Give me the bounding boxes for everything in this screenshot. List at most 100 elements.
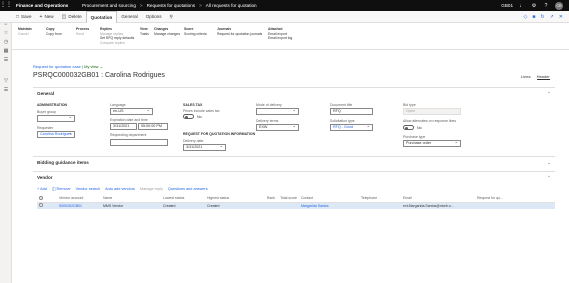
save-button[interactable]: □ Save xyxy=(12,11,36,23)
chevron-down-icon[interactable]: ⌄ xyxy=(547,160,551,166)
row-checkbox[interactable] xyxy=(37,202,45,209)
app-launcher-icon[interactable]: ⋮⋮ xyxy=(0,0,12,11)
column-header-rank[interactable]: Rank xyxy=(249,195,277,203)
send-button[interactable]: Send xyxy=(76,32,89,36)
bidding-guidance-header[interactable]: Bidding guidance items ⌄ xyxy=(33,157,555,168)
contact-cell[interactable]: Margarida Santos xyxy=(299,202,359,209)
requester-field[interactable]: Carolina Rodrigues xyxy=(37,131,75,138)
questions-answers-button[interactable]: Questions and answers xyxy=(168,187,208,191)
popout-icon[interactable]: ↗ xyxy=(550,14,554,20)
expiration-date-field[interactable]: 3/31/2021 xyxy=(110,123,137,130)
avatar[interactable]: CR xyxy=(555,1,563,10)
context-line: Request for quotation case | My view ⌄ xyxy=(33,64,104,69)
column-header-telephone[interactable]: Telephone xyxy=(359,195,401,203)
tab-quotation[interactable]: Quotation xyxy=(85,10,118,23)
help-icon[interactable]: ? xyxy=(543,3,549,9)
workspaces-icon[interactable]: ▦ xyxy=(0,47,12,56)
manage-changes-button[interactable]: Manage changes xyxy=(154,32,180,36)
refresh-icon[interactable]: ↻ xyxy=(540,14,544,20)
vendor-account-cell[interactable]: S000262GB01 xyxy=(57,202,101,209)
chevron-up-icon[interactable]: ⌃ xyxy=(547,175,551,181)
toggle-switch[interactable] xyxy=(403,125,414,130)
list-icon[interactable]: ☰ xyxy=(0,86,12,95)
new-button[interactable]: + New xyxy=(36,11,58,23)
compare-replies-button[interactable]: Compare replies xyxy=(100,41,134,45)
list-icon[interactable]: ☰ xyxy=(0,56,12,65)
attachment-icon[interactable]: ◇ xyxy=(524,14,528,20)
header-view-link[interactable]: Header xyxy=(536,74,550,80)
vendor-section-header[interactable]: Vendor ⌃ xyxy=(33,172,555,183)
administration-heading: ADMINISTRATION xyxy=(37,103,68,107)
breadcrumb-page[interactable]: Requests for quotations xyxy=(147,3,196,8)
delete-button[interactable]: ◫ Delete xyxy=(58,11,86,23)
add-vendor-button[interactable]: + Add xyxy=(37,187,47,191)
filter-icon[interactable]: ▽ xyxy=(0,77,12,86)
prices-include-tax-label: Prices include sales tax xyxy=(183,109,220,113)
column-header-total-score[interactable]: Total score xyxy=(277,195,299,203)
solicitation-type-field[interactable]: RFQ - Good xyxy=(330,124,373,131)
rfq-journals-button[interactable]: Request for quotation journals xyxy=(217,32,262,36)
purchase-type-field[interactable]: Purchase order xyxy=(403,140,461,147)
recent-icon[interactable]: ◷ xyxy=(0,38,12,47)
document-title-label: Document title xyxy=(330,103,353,107)
email-export-log-button[interactable]: Email export log xyxy=(268,36,292,40)
set-rfq-reply-defaults-button[interactable]: Set RFQ reply defaults xyxy=(100,36,134,40)
rfq-case-link[interactable]: Request for quotation case xyxy=(33,64,81,69)
expiration-time-field[interactable]: 05:00:00 PM xyxy=(138,123,168,130)
office-icon[interactable]: ■ xyxy=(532,14,535,20)
row-indicator xyxy=(45,202,57,209)
column-header-email[interactable]: Email xyxy=(401,195,475,203)
column-header-contact[interactable]: Contact xyxy=(299,195,359,203)
ribbon-group-journals: Journals Request for quotation journals xyxy=(217,27,263,36)
column-header-rfq[interactable]: Request for qu... xyxy=(475,195,555,203)
general-section-header[interactable]: General ⌃ xyxy=(33,88,555,99)
highest-status-cell: Created xyxy=(205,202,249,209)
cancel-button[interactable]: Cancel xyxy=(18,32,32,36)
copy-from-button[interactable]: Copy from xyxy=(46,32,62,36)
requesting-department-field[interactable] xyxy=(110,139,168,146)
plus-icon: + xyxy=(39,13,43,20)
remove-vendor-button[interactable]: ◫ Remove xyxy=(52,186,71,191)
delivery-date-field[interactable]: 3/31/2021 xyxy=(183,144,226,151)
toggle-switch[interactable] xyxy=(183,114,194,119)
column-header-highest-status[interactable]: Highest status xyxy=(205,195,249,203)
close-icon[interactable]: ✕ xyxy=(559,14,563,20)
bell-icon[interactable]: ♩ xyxy=(519,3,525,9)
star-icon[interactable]: ☆ xyxy=(0,29,12,38)
company-picker[interactable]: GB01 xyxy=(501,3,513,8)
lines-view-link[interactable]: Lines xyxy=(521,74,531,80)
language-field[interactable]: en-US xyxy=(110,108,153,115)
buyer-group-label: Buyer group xyxy=(37,110,57,114)
tab-general[interactable]: General xyxy=(117,11,141,23)
search-icon[interactable]: ⚲ xyxy=(166,11,177,23)
bidding-guidance-fasttab: Bidding guidance items ⌄ xyxy=(33,156,555,168)
auto-add-vendors-button[interactable]: Auto add vendors xyxy=(105,187,135,191)
column-header-name[interactable]: Name xyxy=(101,195,161,203)
ribbon-group-maintain: Maintain Cancel xyxy=(18,27,32,36)
document-title-field[interactable]: RFQ xyxy=(330,108,373,115)
view-picker[interactable]: My view xyxy=(84,64,98,69)
column-header-lowest-status[interactable]: Lowest status xyxy=(161,195,205,203)
mode-of-delivery-field[interactable] xyxy=(256,108,299,115)
delivery-terms-field[interactable]: EXW xyxy=(256,124,299,131)
buyer-group-field[interactable] xyxy=(37,115,75,122)
allow-alternates-toggle[interactable]: No xyxy=(403,125,422,130)
manage-reply-button[interactable]: Manage reply xyxy=(140,187,163,191)
select-all-checkbox[interactable] xyxy=(37,195,45,203)
column-header-vendor-account[interactable]: Vendor account xyxy=(57,195,101,203)
scoring-criteria-button[interactable]: Scoring criteria xyxy=(184,32,207,36)
breadcrumb-current[interactable]: All requests for quotation xyxy=(206,3,257,8)
vendor-grid: Vendor account Name Lowest status Highes… xyxy=(37,195,555,209)
vendor-search-button[interactable]: Vendor search xyxy=(76,187,101,191)
telephone-cell xyxy=(359,202,401,209)
totals-button[interactable]: Totals xyxy=(140,32,149,36)
chevron-up-icon[interactable]: ⌃ xyxy=(547,91,551,97)
breadcrumb-module[interactable]: Procurement and sourcing xyxy=(82,3,136,8)
tab-options[interactable]: Options xyxy=(142,11,166,23)
table-row[interactable]: S000262GB01 MMS Vendor Created Created M… xyxy=(37,202,555,209)
gear-icon[interactable]: ⚙ xyxy=(531,3,537,9)
chevron-down-icon[interactable]: ⌄ xyxy=(100,64,103,69)
app-title[interactable]: Finance and Operations xyxy=(16,3,72,8)
prices-include-tax-toggle[interactable]: No xyxy=(183,114,202,119)
purchase-type-label: Purchase type xyxy=(403,135,426,139)
